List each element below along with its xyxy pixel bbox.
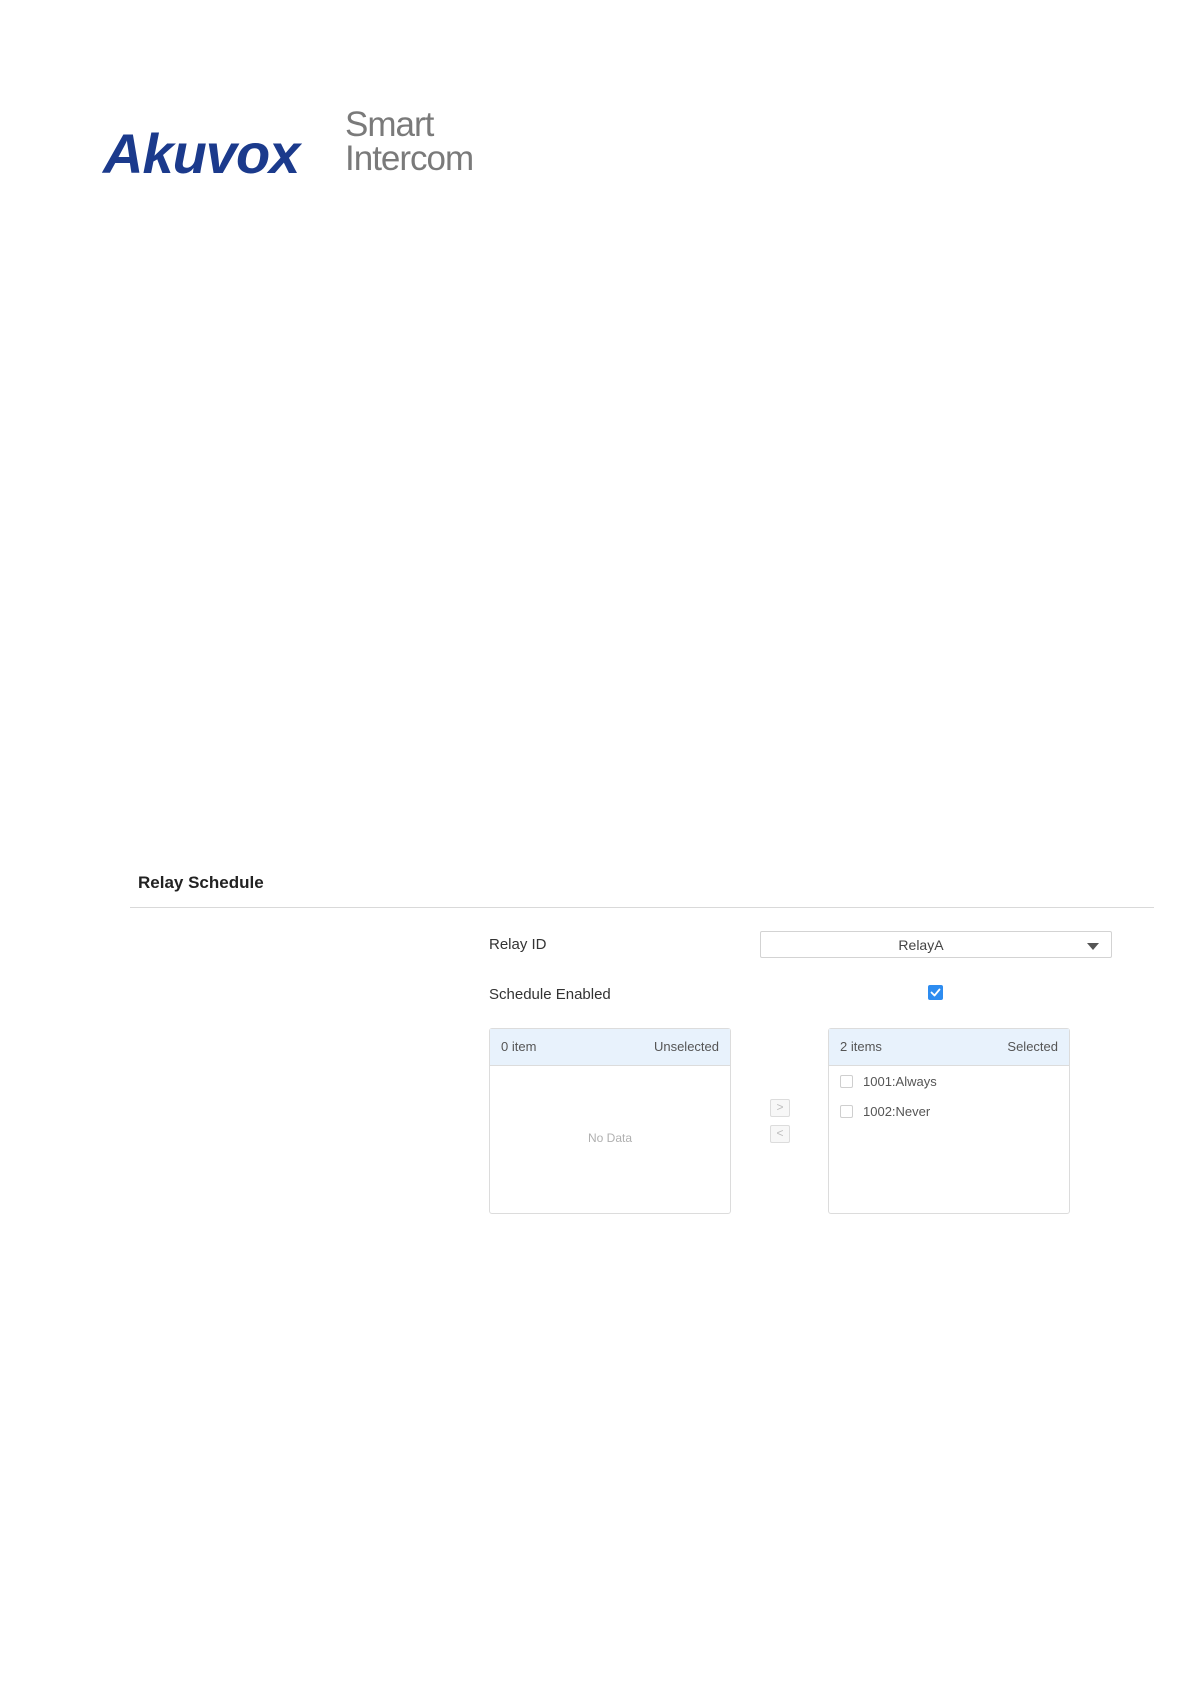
logo-brand-text: Akuvox bbox=[103, 122, 300, 185]
selected-count: 2 items bbox=[840, 1039, 882, 1054]
chevron-down-icon bbox=[1087, 943, 1099, 950]
unselected-panel-header: 0 item Unselected bbox=[490, 1029, 730, 1066]
selected-panel-header: 2 items Selected bbox=[829, 1029, 1069, 1066]
chevron-right-icon: > bbox=[776, 1100, 784, 1114]
section-divider bbox=[130, 907, 1154, 908]
unselected-panel: 0 item Unselected No Data bbox=[489, 1028, 731, 1214]
list-item-checkbox[interactable] bbox=[840, 1075, 853, 1088]
list-item-checkbox[interactable] bbox=[840, 1105, 853, 1118]
unselected-title: Unselected bbox=[653, 1039, 719, 1054]
move-left-button[interactable]: < bbox=[770, 1125, 790, 1143]
logo-tagline-line-1: Smart bbox=[345, 105, 434, 144]
selected-panel: 2 items Selected 1001:Always 1002:Never bbox=[828, 1028, 1070, 1214]
list-item-label: 1001:Always bbox=[863, 1074, 937, 1089]
schedule-enabled-checkbox[interactable] bbox=[928, 985, 943, 1000]
logo-tagline-line-2: Intercom bbox=[345, 139, 474, 178]
selected-title: Selected bbox=[1007, 1039, 1058, 1054]
relay-id-label: Relay ID bbox=[489, 936, 547, 953]
checkmark-icon bbox=[930, 988, 941, 997]
list-item-label: 1002:Never bbox=[863, 1104, 931, 1119]
move-right-button[interactable]: > bbox=[770, 1099, 790, 1117]
no-data-text: No Data bbox=[587, 1131, 633, 1145]
section-title: Relay Schedule bbox=[138, 873, 264, 892]
chevron-left-icon: < bbox=[776, 1126, 784, 1140]
logo-tagline: Smart Intercom bbox=[345, 105, 474, 178]
schedule-enabled-label: Schedule Enabled bbox=[489, 986, 611, 1003]
relay-id-select[interactable]: RelayA bbox=[760, 931, 1112, 958]
unselected-count: 0 item bbox=[501, 1039, 537, 1054]
relay-id-value: RelayA bbox=[898, 937, 944, 953]
